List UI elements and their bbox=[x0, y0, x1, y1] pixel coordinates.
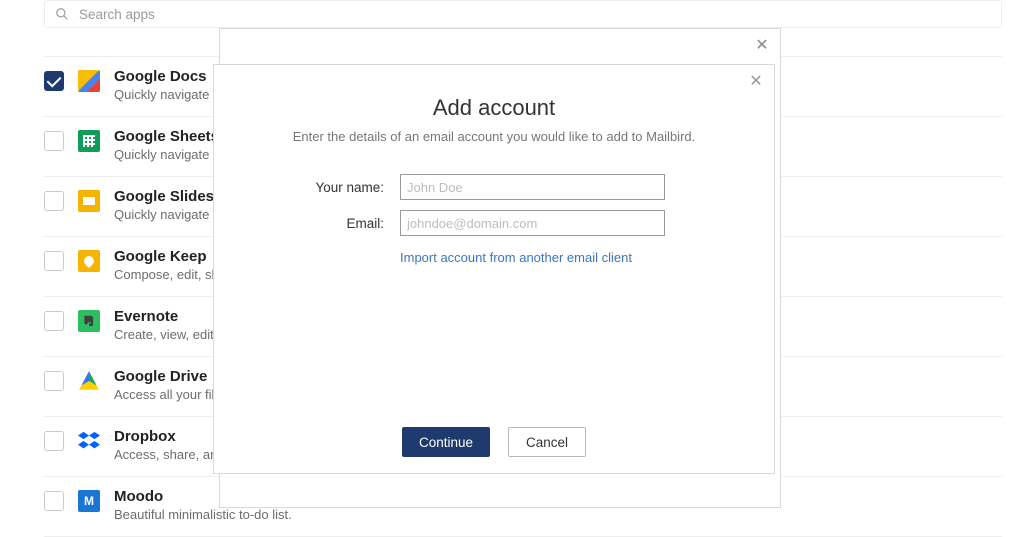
name-label: Your name: bbox=[240, 180, 400, 195]
continue-button[interactable]: Continue bbox=[402, 427, 490, 457]
email-input[interactable] bbox=[400, 210, 665, 236]
app-checkbox[interactable] bbox=[44, 71, 64, 91]
dialog-title: Add account bbox=[240, 95, 748, 121]
app-checkbox[interactable] bbox=[44, 491, 64, 511]
cancel-button[interactable]: Cancel bbox=[508, 427, 586, 457]
app-checkbox[interactable] bbox=[44, 431, 64, 451]
import-account-link[interactable]: Import account from another email client bbox=[400, 250, 632, 265]
add-account-dialog: ✕ Add account Enter the details of an em… bbox=[213, 64, 775, 474]
app-description: Beautiful minimalistic to-do list. bbox=[114, 507, 292, 522]
close-icon[interactable]: ✕ bbox=[750, 33, 774, 57]
ico-docs-icon bbox=[78, 70, 100, 92]
app-checkbox[interactable] bbox=[44, 191, 64, 211]
search-apps-input[interactable]: Search apps bbox=[44, 0, 1002, 28]
ico-evernote-icon bbox=[78, 310, 100, 332]
close-icon[interactable]: ✕ bbox=[744, 69, 768, 93]
search-icon bbox=[55, 7, 69, 21]
add-account-form: Your name: Email: Import account from an… bbox=[240, 174, 748, 267]
ico-dropbox-icon bbox=[78, 430, 100, 452]
name-input[interactable] bbox=[400, 174, 665, 200]
ico-drive-icon bbox=[78, 370, 100, 392]
ico-moodo-icon: M bbox=[78, 490, 100, 512]
dialog-subtitle: Enter the details of an email account yo… bbox=[240, 129, 748, 144]
app-checkbox[interactable] bbox=[44, 131, 64, 151]
ico-slides-icon bbox=[78, 190, 100, 212]
search-placeholder: Search apps bbox=[79, 7, 155, 22]
app-checkbox[interactable] bbox=[44, 371, 64, 391]
email-label: Email: bbox=[240, 216, 400, 231]
app-checkbox[interactable] bbox=[44, 311, 64, 331]
ico-keep-icon bbox=[78, 250, 100, 272]
ico-sheets-icon bbox=[78, 130, 100, 152]
app-checkbox[interactable] bbox=[44, 251, 64, 271]
